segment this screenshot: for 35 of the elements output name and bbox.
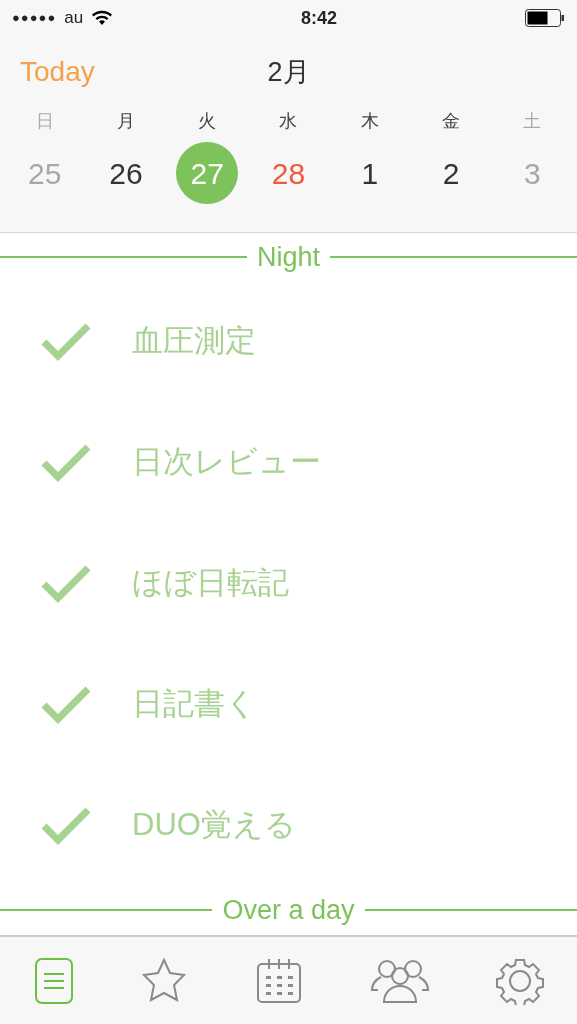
date-cell[interactable]: 27	[176, 142, 239, 204]
weekday-label: 火	[198, 110, 217, 133]
weekday-label: 月	[116, 110, 135, 133]
battery-icon	[525, 9, 565, 27]
checkmark-icon[interactable]	[40, 684, 92, 725]
wifi-icon	[91, 10, 114, 26]
checkmark-icon[interactable]	[40, 563, 92, 604]
weekday-label: 日	[35, 110, 54, 133]
checkmark-icon[interactable]	[40, 805, 92, 846]
checkmark-icon[interactable]	[40, 442, 92, 483]
task-label: 血圧測定	[132, 322, 256, 361]
date-cell[interactable]: 1	[338, 142, 401, 204]
status-time: 8:42	[301, 6, 338, 30]
date-cell[interactable]: 28	[257, 142, 320, 204]
weekday-label: 水	[279, 110, 298, 133]
date-cell[interactable]: 26	[94, 142, 157, 204]
settings-icon[interactable]	[496, 956, 545, 1005]
checkmark-icon[interactable]	[40, 321, 92, 362]
today-button[interactable]: Today	[20, 51, 95, 93]
month-title: 2月	[267, 55, 310, 89]
section-title: Night	[256, 240, 321, 274]
task-label: ほぼ日転記	[132, 564, 289, 603]
task-label: 日記書く	[132, 685, 257, 724]
carrier-name: au	[64, 7, 84, 30]
weekday-label: 土	[523, 110, 542, 133]
date-cell[interactable]: 3	[501, 142, 564, 204]
section-title: Over a day	[221, 893, 356, 927]
date-cell[interactable]: 25	[13, 142, 76, 204]
task-label: DUO覚える	[132, 806, 296, 845]
date-cell[interactable]: 2	[420, 142, 483, 204]
weekday-label: 金	[442, 110, 461, 133]
weekday-label: 木	[360, 110, 379, 133]
list-icon[interactable]	[32, 956, 75, 1005]
task-label: 日次レビュー	[132, 443, 321, 482]
signal-dots: ●●●●●	[12, 9, 57, 28]
